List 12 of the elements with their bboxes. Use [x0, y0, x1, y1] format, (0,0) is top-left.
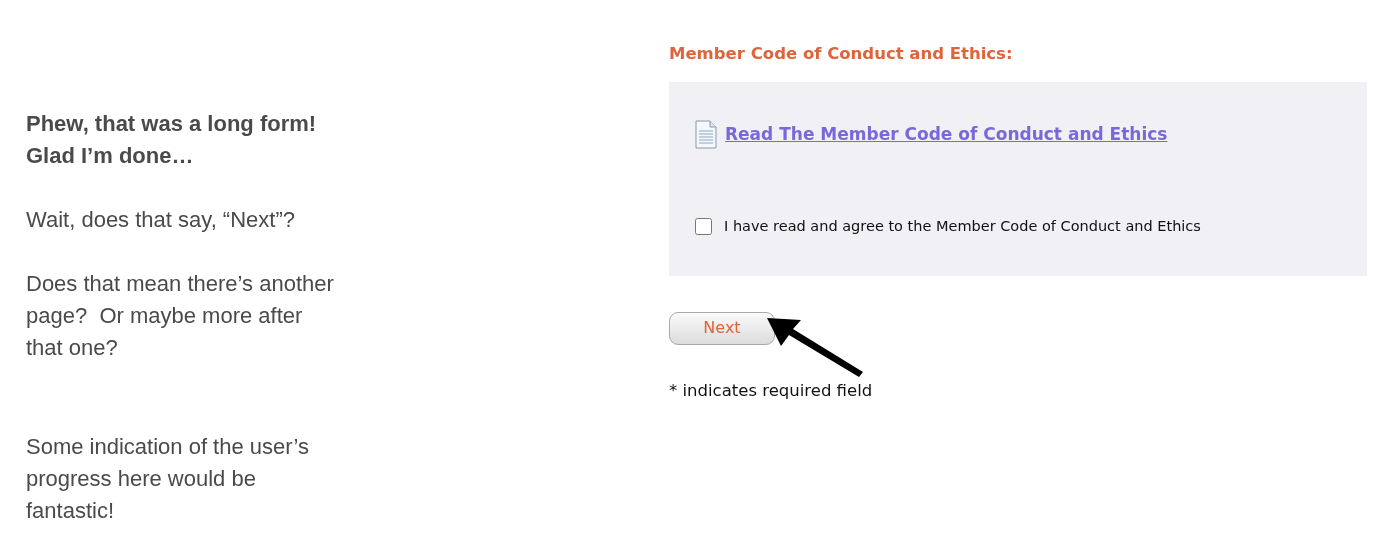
code-of-conduct-link[interactable]: Read The Member Code of Conduct and Ethics	[725, 121, 1168, 147]
arrow-icon	[765, 316, 865, 378]
required-field-note: * indicates required field	[669, 379, 874, 402]
agree-checkbox[interactable]	[695, 218, 712, 236]
note-paragraph: Does that mean there’s another page? Or maybe more after that one?	[26, 270, 335, 362]
document-icon	[695, 119, 717, 149]
section-heading: Member Code of Conduct and Ethics:	[669, 43, 1014, 65]
note-paragraph: Phew, that was a long form! Glad I’m done…	[26, 110, 318, 170]
note-paragraph: Some indication of the user’s progress here would be fantastic!	[26, 433, 310, 525]
checkbox-label: I have read and agree to the Member Code of Conduct and Ethics	[724, 216, 1201, 236]
note-paragraph: Wait, does that say, “Next”?	[26, 206, 296, 234]
next-button[interactable]: Next	[669, 311, 775, 345]
